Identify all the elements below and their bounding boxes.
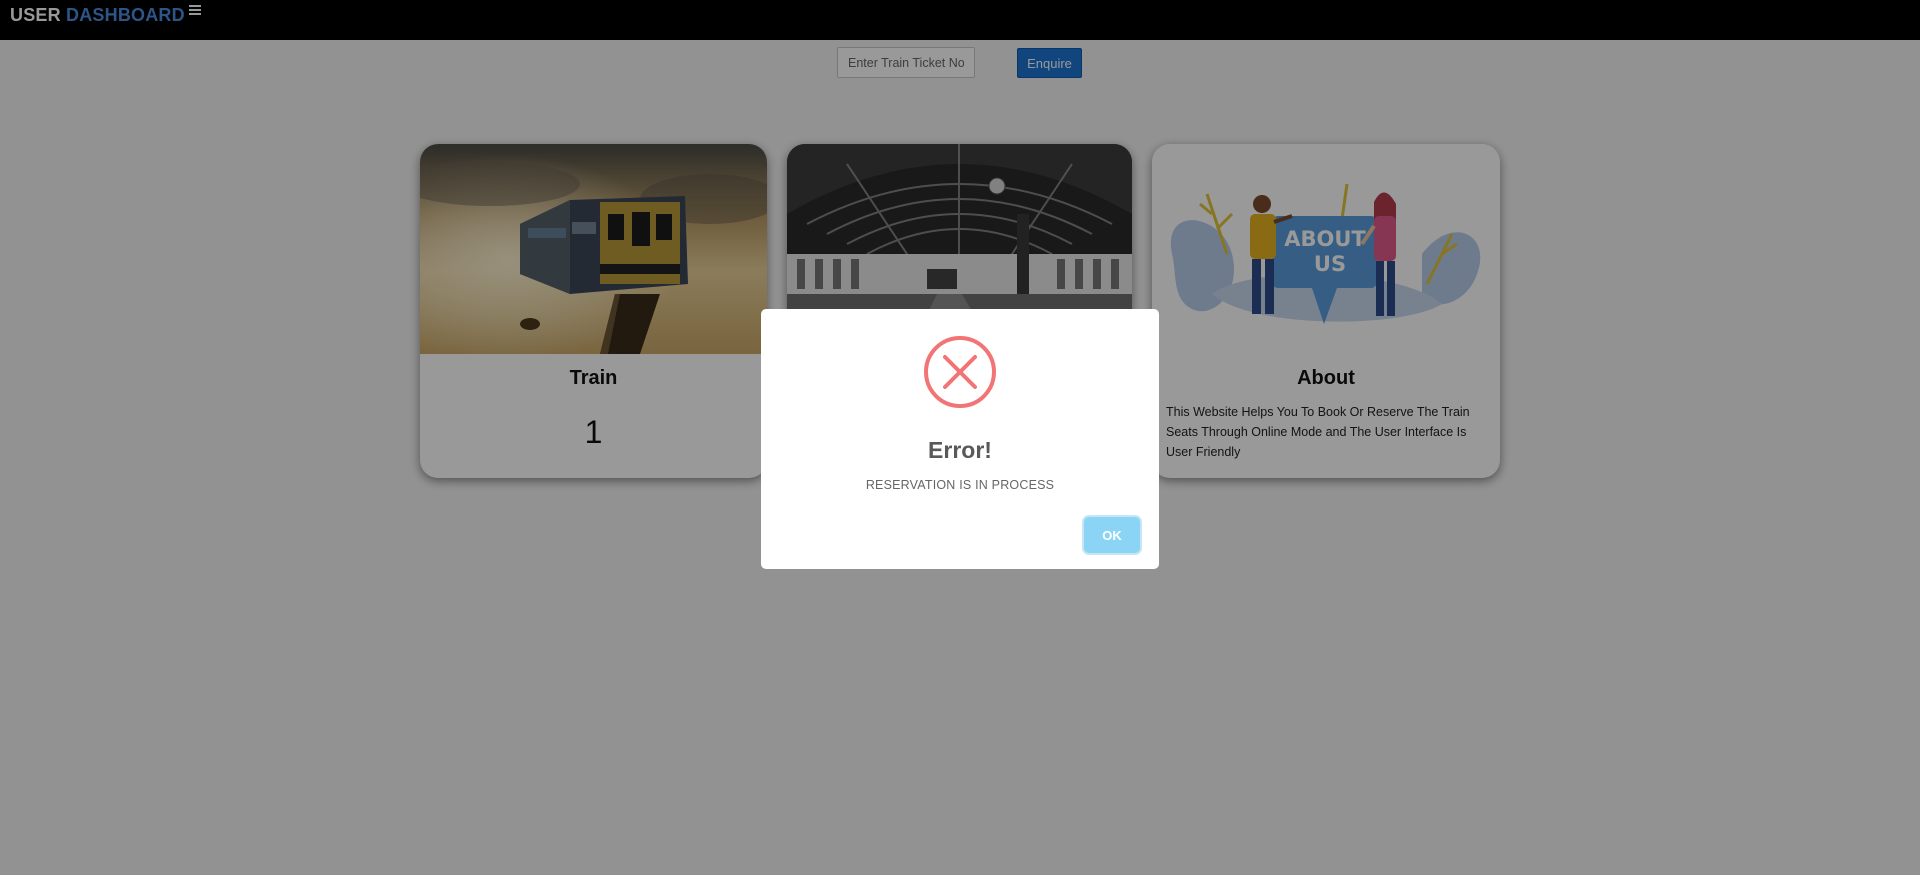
dialog-title: Error! [928,437,992,463]
dialog-message: RESERVATION IS IN PROCESS [865,478,1055,492]
ok-button[interactable]: OK [1084,517,1140,553]
error-dialog: Error! RESERVATION IS IN PROCESS OK [761,309,1159,569]
error-x-icon [924,336,996,408]
